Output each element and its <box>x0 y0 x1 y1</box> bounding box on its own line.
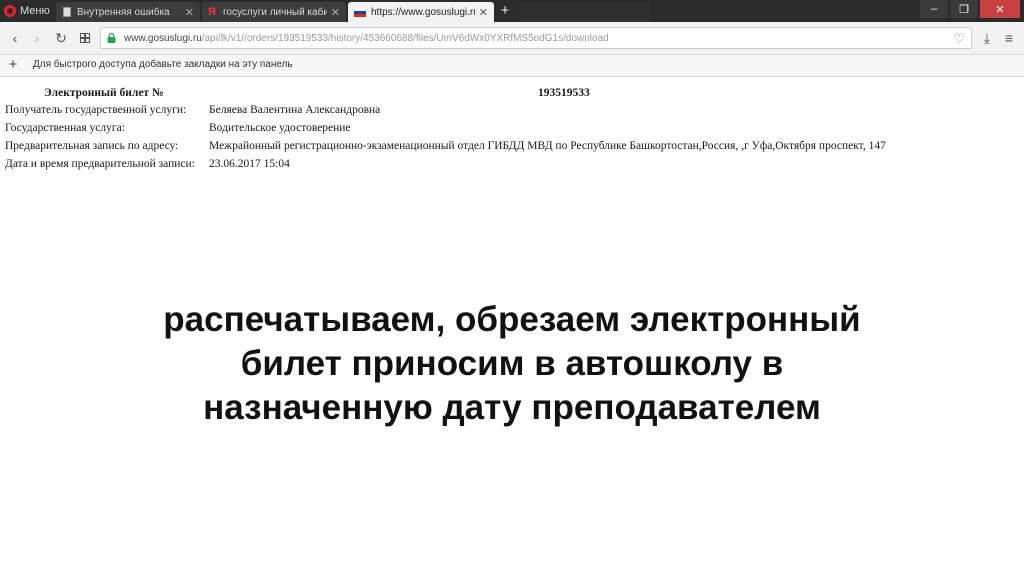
grid-icon <box>80 33 90 43</box>
bookmarks-bar: + Для быстрого доступа добавьте закладки… <box>0 55 1024 77</box>
caption-line: распечатываем, обрезаем электронный <box>163 300 861 339</box>
chevron-left-icon: ‹ <box>12 30 18 46</box>
tab-close-icon[interactable]: ✕ <box>331 6 340 19</box>
page-icon <box>63 7 71 17</box>
new-tab-button[interactable]: + <box>497 2 513 20</box>
url-domain: www.gosuslugi.ru <box>124 32 202 44</box>
url-input[interactable]: www.gosuslugi.ru/api/lk/v1//orders/19351… <box>100 27 972 49</box>
row-label: Получатель государственной услуги: <box>5 104 187 116</box>
menu-label: Меню <box>20 5 50 17</box>
row-value: Беляева Валентина Александровна <box>209 104 381 116</box>
download-icon: ⤓ <box>983 29 991 46</box>
browser-tab-bar: Меню Внутренняя ошибка ✕ Я госуслуги лич… <box>0 0 1024 22</box>
row-label: Дата и время предварительной записи: <box>5 158 195 170</box>
tab-close-icon[interactable]: ✕ <box>185 6 194 19</box>
caption-line: назначенную дату преподавателем <box>203 388 821 427</box>
back-button[interactable]: ‹ <box>6 28 24 48</box>
close-window-button[interactable]: ✕ <box>980 0 1020 18</box>
bookmarks-hint: Для быстрого доступа добавьте закладки н… <box>33 59 293 70</box>
heart-icon[interactable]: ♡ <box>953 31 965 47</box>
ticket-number: 193519533 <box>538 87 590 99</box>
forward-button[interactable]: › <box>28 28 46 48</box>
address-toolbar: ‹ › ↻ www.gosuslugi.ru/api/lk/v1//orders… <box>0 22 1024 55</box>
minimize-button[interactable]: – <box>920 0 948 18</box>
tab-gosuslugi-download[interactable]: https://www.gosuslugi.ru/api ✕ <box>348 2 494 22</box>
ticket-title: Электронный билет № <box>44 87 164 99</box>
tab-label: госуслуги личный кабинет <box>223 6 327 18</box>
tab-label: Внутренняя ошибка <box>77 6 170 18</box>
tab-gosuslugi-search[interactable]: Я госуслуги личный кабинет ✕ <box>202 2 346 22</box>
instruction-caption: распечатываем, обрезаем электронный биле… <box>0 298 1024 430</box>
reload-button[interactable]: ↻ <box>52 28 70 48</box>
restore-button[interactable]: ❐ <box>950 0 978 18</box>
chevron-right-icon: › <box>34 30 40 46</box>
yandex-icon: Я <box>208 6 216 18</box>
tab-internal-error[interactable]: Внутренняя ошибка ✕ <box>56 2 200 22</box>
download-button[interactable]: ⤓ <box>978 28 996 48</box>
url-text: www.gosuslugi.ru/api/lk/v1//orders/19351… <box>124 33 609 44</box>
row-label: Предварительная запись по адресу: <box>5 140 179 152</box>
row-value: Межрайонный регистрационно-экзаменационн… <box>209 140 886 152</box>
caption-line: билет приносим в автошколу в <box>240 344 784 383</box>
row-value: 23.06.2017 15:04 <box>209 158 290 170</box>
add-bookmark-button[interactable]: + <box>6 56 20 74</box>
easy-setup-button[interactable]: ≡ <box>1000 28 1018 48</box>
tab-close-icon[interactable]: ✕ <box>479 6 488 19</box>
url-path: /api/lk/v1//orders/193519533/history/453… <box>201 32 609 44</box>
ghost-tab <box>520 2 650 22</box>
lock-icon <box>107 33 116 43</box>
row-label: Государственная услуга: <box>5 122 125 134</box>
opera-menu-button[interactable]: Меню <box>4 2 50 20</box>
opera-logo-icon <box>4 5 16 17</box>
menu-lines-icon: ≡ <box>1004 30 1014 46</box>
reload-icon: ↻ <box>55 29 67 46</box>
speed-dial-button[interactable] <box>76 28 94 48</box>
tab-label: https://www.gosuslugi.ru/api <box>371 6 475 18</box>
row-value: Водительское удостоверение <box>209 122 351 134</box>
russia-flag-icon <box>354 7 366 17</box>
